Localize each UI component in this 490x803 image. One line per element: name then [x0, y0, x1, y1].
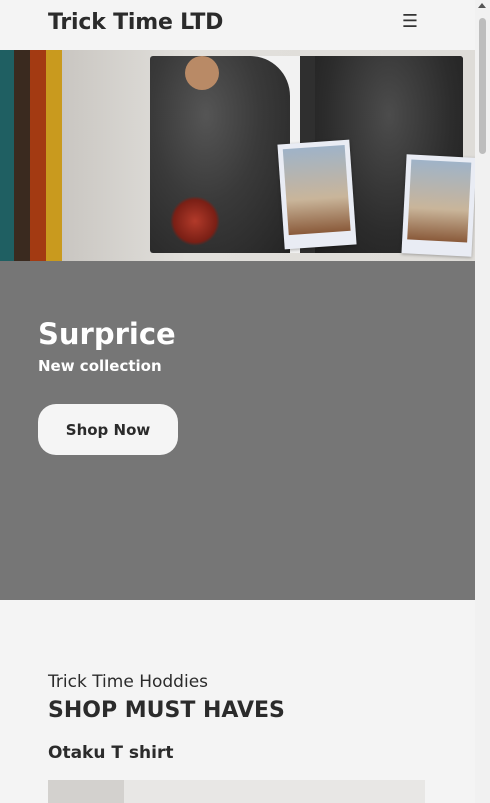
hero-banner-image [0, 50, 475, 261]
model-back-hoodie [150, 56, 290, 253]
hamburger-icon[interactable]: ☰ [400, 10, 420, 34]
scrollbar-thumb[interactable] [479, 18, 486, 154]
shop-now-button[interactable]: Shop Now [38, 404, 178, 455]
section-eyebrow: Trick Time Hoddies [48, 672, 209, 692]
hero-panel: Surprice New collection Shop Now [0, 261, 475, 600]
brand-logo-text[interactable]: Trick Time LTD [48, 10, 223, 35]
hoodie-print-graphic [170, 196, 220, 246]
stripe-rust [30, 50, 46, 261]
stripe-brown [14, 50, 30, 261]
scroll-up-arrow-icon[interactable] [478, 3, 486, 8]
section-title: SHOP MUST HAVES [48, 698, 285, 723]
page: Trick Time LTD ☰ Surprice New collection… [0, 0, 475, 803]
hero-subtitle: New collection [38, 357, 162, 375]
polaroid-photo-2 [401, 154, 475, 257]
stripe-teal [0, 50, 14, 261]
vertical-scrollbar[interactable] [475, 0, 490, 803]
stripe-mustard [46, 50, 62, 261]
product-title[interactable]: Otaku T shirt [48, 743, 173, 763]
product-card[interactable] [48, 780, 425, 803]
hero-title: Surprice [38, 317, 176, 351]
site-header: Trick Time LTD ☰ [0, 0, 475, 50]
product-thumbnail [48, 780, 124, 803]
polaroid-photo-1 [277, 139, 357, 250]
